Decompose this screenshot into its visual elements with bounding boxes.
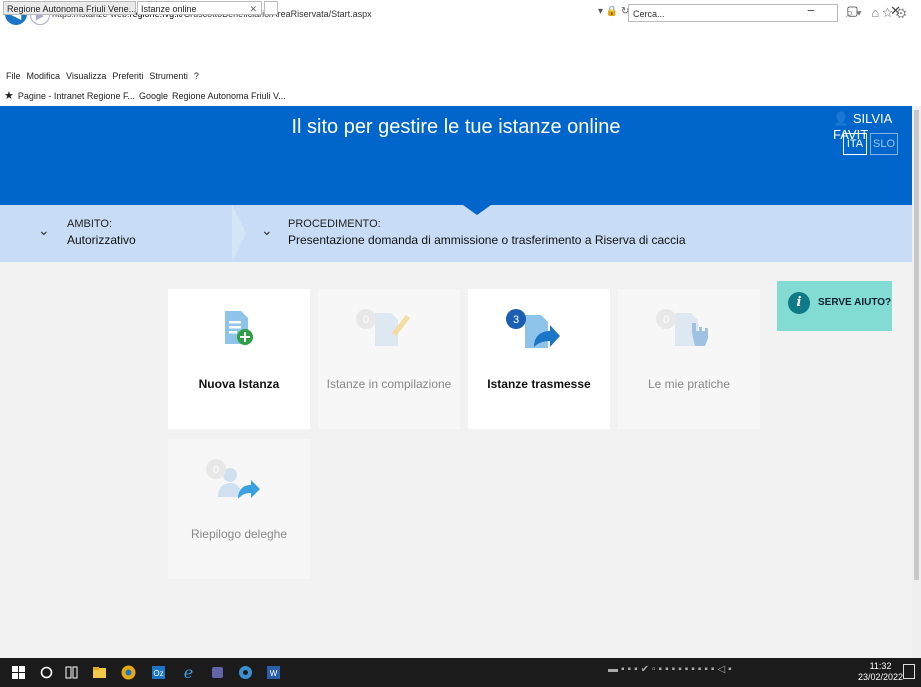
card-count-badge: 3 bbox=[513, 314, 519, 326]
card-count-badge: 0 bbox=[363, 314, 369, 326]
svg-text:W: W bbox=[270, 669, 278, 678]
clock[interactable]: 11:32 23/02/2022 bbox=[858, 661, 903, 683]
delegate-user-icon: 0 bbox=[206, 459, 260, 499]
windows-start-icon[interactable] bbox=[10, 664, 27, 681]
ambito-value[interactable]: Autorizzativo bbox=[67, 233, 136, 247]
internet-explorer-icon[interactable]: e bbox=[180, 664, 197, 681]
svg-text:Oz: Oz bbox=[153, 669, 163, 678]
chevron-down-icon[interactable]: ⌄ bbox=[261, 222, 273, 239]
favorite-intranet[interactable]: Pagine - Intranet Regione F... bbox=[18, 91, 135, 101]
card-riepilogo-deleghe[interactable]: 0 Riepilogo deleghe bbox=[168, 439, 310, 579]
tab-regione[interactable]: Regione Autonoma Friuli Vene... bbox=[3, 1, 136, 15]
menu-file[interactable]: File bbox=[6, 71, 21, 81]
procedimento-label: PROCEDIMENTO: bbox=[288, 218, 381, 230]
chrome-icon[interactable] bbox=[120, 664, 137, 681]
breadcrumb-separator bbox=[232, 205, 246, 262]
favorites-star-icon[interactable]: ★ bbox=[4, 90, 14, 102]
card-istanze-in-compilazione[interactable]: 0 Istanze in compilazione bbox=[318, 289, 460, 429]
card-count-badge: 0 bbox=[663, 314, 669, 326]
close-tab-icon[interactable]: ✕ bbox=[249, 2, 257, 14]
card-title: Le mie pratiche bbox=[647, 377, 731, 391]
svg-text:e: e bbox=[184, 664, 193, 681]
help-label: SERVE AIUTO? bbox=[818, 297, 892, 308]
clock-date: 23/02/2022 bbox=[858, 672, 904, 682]
favorites-bar: ★ Pagine - Intranet Regione F... Google Reg… bbox=[0, 86, 921, 107]
chevron-down-icon[interactable]: ⌄ bbox=[38, 222, 50, 239]
outlook-icon[interactable]: Oz bbox=[150, 664, 167, 681]
procedimento-value[interactable]: Presentazione domanda di ammissione o tr… bbox=[288, 233, 686, 247]
hand-document-icon: 0 bbox=[656, 309, 708, 346]
word-icon[interactable]: W bbox=[265, 664, 282, 681]
system-tray[interactable]: ▬▪▪▪✔▫▪▪▪▪▪▪▪▪▪◁▪ bbox=[608, 664, 735, 679]
menu-visualizza[interactable]: Visualizza bbox=[66, 71, 106, 81]
taskbar bbox=[0, 658, 921, 687]
new-document-icon bbox=[225, 311, 253, 345]
favorite-regione[interactable]: Regione Autonoma Friuli V... bbox=[172, 91, 286, 101]
tab-strip bbox=[0, 50, 921, 66]
file-explorer-icon[interactable] bbox=[91, 664, 108, 681]
card-count-badge: 0 bbox=[213, 464, 219, 476]
clock-time: 11:32 bbox=[869, 661, 892, 671]
task-view-icon[interactable] bbox=[63, 664, 80, 681]
user-icon: 👤 bbox=[833, 111, 850, 126]
notifications-icon[interactable] bbox=[903, 664, 915, 679]
app-icon[interactable] bbox=[237, 664, 254, 681]
menu-modifica[interactable]: Modifica bbox=[27, 71, 61, 81]
browser-toolbar-icons[interactable]: ⌕▾ ⌂☆⚙ bbox=[846, 5, 909, 21]
menu-strumenti[interactable]: Strumenti bbox=[149, 71, 188, 81]
tab-istanze-online[interactable]: Istanze online ✕ bbox=[137, 1, 262, 15]
header-notch bbox=[463, 205, 491, 215]
scrollbar-thumb[interactable] bbox=[914, 110, 919, 580]
card-title: Istanze trasmesse bbox=[487, 377, 591, 391]
card-title: Nuova Istanza bbox=[198, 377, 280, 391]
menu-preferiti[interactable]: Preferiti bbox=[112, 71, 143, 81]
info-icon: i bbox=[788, 292, 810, 314]
menu-help[interactable]: ? bbox=[194, 71, 199, 81]
page-title: Il sito per gestire le tue istanze onlin… bbox=[291, 116, 621, 138]
card-le-mie-pratiche[interactable]: 0 Le mie pratiche bbox=[618, 289, 760, 429]
reload-icon[interactable]: ▾ 🔒 ↻ bbox=[598, 6, 629, 17]
edit-document-icon: 0 bbox=[356, 309, 410, 346]
new-tab-button[interactable] bbox=[264, 1, 278, 15]
ambito-label: AMBITO: bbox=[67, 218, 113, 230]
lang-slo-button[interactable]: SLO bbox=[870, 133, 898, 155]
search-input[interactable]: Cerca... bbox=[628, 4, 838, 22]
tab-label: Istanze online bbox=[141, 4, 197, 14]
teams-icon[interactable] bbox=[209, 664, 226, 681]
card-nuova-istanza[interactable]: Nuova Istanza bbox=[168, 289, 310, 429]
card-istanze-trasmesse[interactable]: 3 Istanze trasmesse bbox=[468, 289, 610, 429]
lang-ita-button[interactable]: ITA bbox=[843, 133, 867, 155]
cortana-icon[interactable] bbox=[38, 664, 55, 681]
card-title: Riepilogo deleghe bbox=[190, 527, 288, 541]
favorite-google[interactable]: Google bbox=[139, 91, 168, 101]
card-title: Istanze in compilazione bbox=[326, 377, 452, 391]
send-document-icon: 3 bbox=[506, 309, 560, 348]
address-bar bbox=[0, 22, 921, 50]
menu-bar: File Modifica Visualizza Preferiti Strumenti… bbox=[0, 66, 921, 86]
